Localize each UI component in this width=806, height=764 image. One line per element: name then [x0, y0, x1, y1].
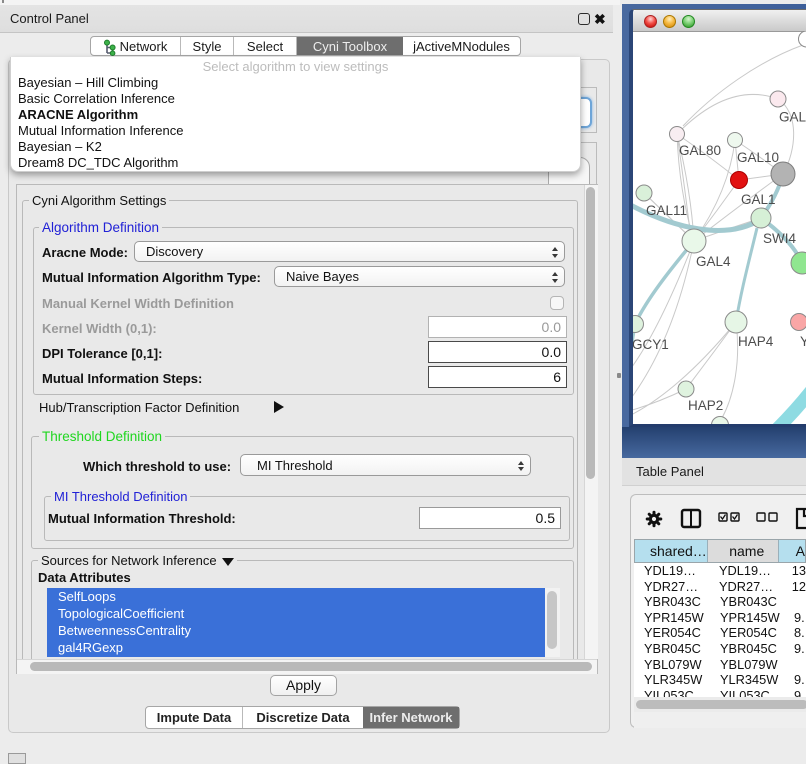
svg-text:GAL10: GAL10 — [737, 150, 779, 165]
svg-text:SWI4: SWI4 — [763, 231, 796, 246]
svg-text:GAL: GAL — [779, 110, 806, 125]
svg-text:GAL1: GAL1 — [741, 192, 776, 207]
svg-text:Y: Y — [800, 334, 806, 349]
svg-text:GAL80: GAL80 — [679, 143, 721, 158]
svg-text:GAL4: GAL4 — [696, 254, 731, 269]
svg-text:HAP4: HAP4 — [738, 334, 774, 349]
svg-text:GAL11: GAL11 — [646, 203, 687, 218]
svg-text:GCY1: GCY1 — [632, 337, 669, 352]
svg-text:HAP2: HAP2 — [688, 398, 723, 413]
